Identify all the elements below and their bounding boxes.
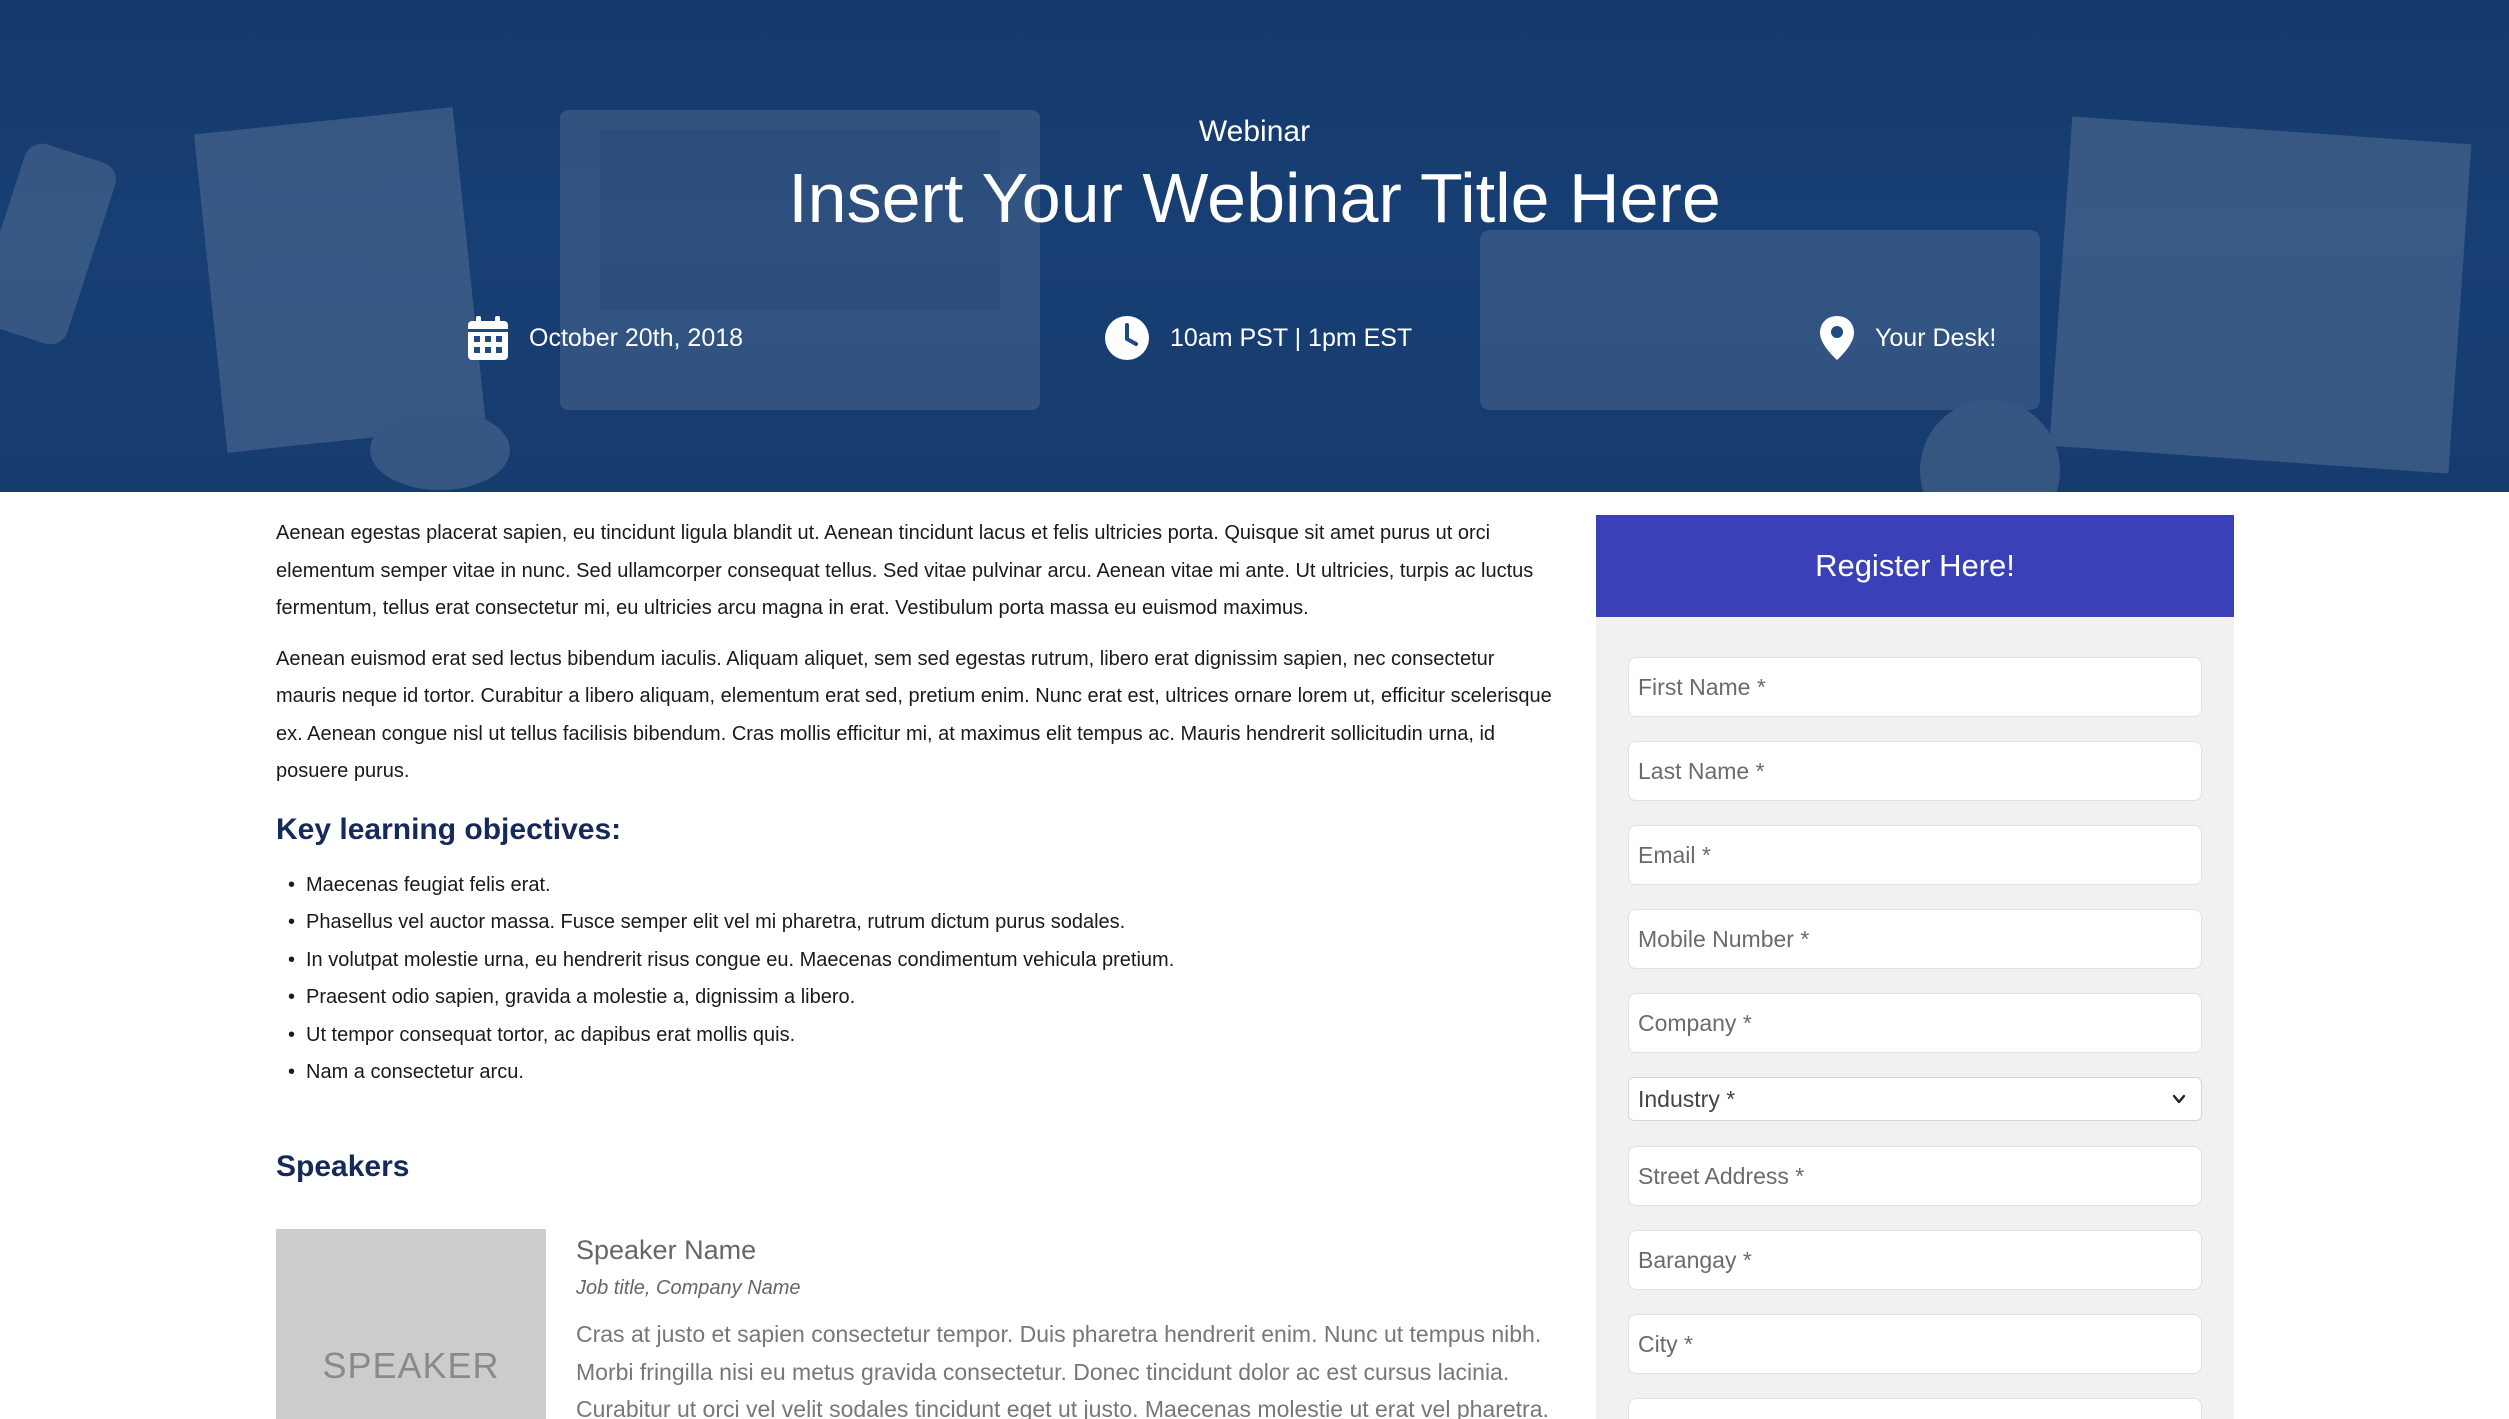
first-name-field[interactable] [1628, 657, 2202, 717]
page-title: Insert Your Webinar Title Here [788, 159, 1721, 237]
clock-icon [1105, 316, 1149, 360]
speaker-bio: Cras at justo et sapien consectetur temp… [576, 1321, 1549, 1419]
intro-paragraph-1: Aenean egestas placerat sapien, eu tinci… [276, 522, 1534, 619]
chevron-down-icon [2172, 1094, 2186, 1104]
last-name-field[interactable] [1628, 741, 2202, 801]
event-time-text: 10am PST | 1pm EST [1170, 323, 1413, 352]
list-item: In volutpat molestie urna, eu hendrerit … [288, 942, 1558, 980]
list-item: Ut tempor consequat tortor, ac dapibus e… [288, 1017, 1558, 1055]
street-address-field[interactable] [1628, 1146, 2202, 1206]
registration-form: Register Here! Industry * [1596, 515, 2234, 1419]
hero-kicker: Webinar [1198, 115, 1311, 148]
event-location: Your Desk! [1819, 312, 1996, 364]
intro-paragraph-2: Aenean euismod erat sed lectus bibendum … [276, 647, 1552, 783]
province-field[interactable] [1628, 1398, 2202, 1419]
speakers-heading: Speakers [276, 1149, 410, 1183]
event-date: October 20th, 2018 [467, 312, 743, 364]
hero-overlay [0, 0, 2509, 492]
barangay-field[interactable] [1628, 1230, 2202, 1290]
map-pin-icon [1820, 316, 1854, 360]
list-item: Nam a consectetur arcu. [288, 1054, 1558, 1092]
list-item: Maecenas feugiat felis erat. [288, 867, 1558, 905]
speaker-photo-placeholder: SPEAKER [276, 1229, 546, 1419]
main-content: Aenean egestas placerat sapien, eu tinci… [276, 515, 1558, 1419]
event-time: 10am PST | 1pm EST [1104, 312, 1412, 364]
objectives-heading: Key learning objectives: [276, 812, 622, 846]
city-field[interactable] [1628, 1314, 2202, 1374]
email-field[interactable] [1628, 825, 2202, 885]
speaker-job-title: Job title, Company Name [576, 1277, 801, 1299]
hero-banner: Webinar Insert Your Webinar Title Here O… [0, 0, 2509, 492]
objectives-list: Maecenas feugiat felis erat. Phasellus v… [288, 867, 1558, 1092]
list-item: Praesent odio sapien, gravida a molestie… [288, 979, 1558, 1017]
industry-select-value: Industry * [1638, 1085, 1736, 1112]
mobile-number-field[interactable] [1628, 909, 2202, 969]
list-item: Phasellus vel auctor massa. Fusce semper… [288, 904, 1558, 942]
calendar-icon [468, 316, 508, 360]
company-field[interactable] [1628, 993, 2202, 1053]
event-location-text: Your Desk! [1875, 323, 1997, 352]
speaker-name: Speaker Name [576, 1235, 757, 1265]
form-heading: Register Here! [1596, 515, 2234, 617]
industry-select[interactable]: Industry * [1628, 1077, 2202, 1121]
event-date-text: October 20th, 2018 [529, 323, 744, 352]
